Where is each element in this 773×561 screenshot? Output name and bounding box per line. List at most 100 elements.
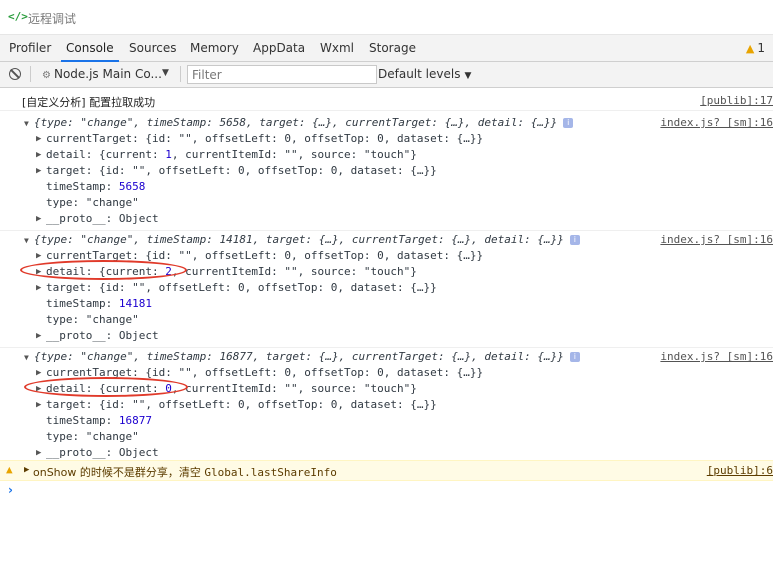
log-levels-dropdown[interactable]: Default levels ▼ bbox=[378, 67, 471, 81]
text-part: target: {id: "", offsetLeft: 0, offsetTo… bbox=[46, 398, 437, 411]
property-currentTarget: ▶ currentTarget: {id: "", offsetLeft: 0, … bbox=[0, 132, 773, 148]
expand-triangle-icon[interactable]: ▶ bbox=[36, 214, 41, 224]
warning-counter[interactable]: ▲ 1 bbox=[746, 41, 765, 55]
property-target: ▶ target: {id: "", offsetLeft: 0, offsetT… bbox=[0, 398, 773, 414]
event-summary-text: {type: "change", timeStamp: 5658, target… bbox=[34, 116, 574, 129]
property-timestamp: timeStamp: 16877 bbox=[0, 414, 773, 430]
property-type: type: "change" bbox=[0, 430, 773, 446]
text-part: type: "change" bbox=[46, 430, 139, 443]
chevron-down-icon[interactable]: ▼ bbox=[162, 68, 169, 78]
text-part: , currentItemId: "", source: "touch"} bbox=[171, 382, 417, 395]
text-part: detail: {current: bbox=[46, 148, 166, 161]
expand-triangle-icon[interactable]: ▶ bbox=[36, 251, 41, 261]
chevron-down-icon: ▼ bbox=[464, 71, 472, 81]
property-text: __proto__: Object bbox=[46, 446, 159, 459]
tab-storage[interactable]: Storage bbox=[369, 41, 416, 55]
tab-sources[interactable]: Sources bbox=[129, 41, 176, 55]
gear-icon: ⚙ bbox=[42, 70, 51, 81]
divider bbox=[0, 110, 773, 111]
clear-console-icon[interactable] bbox=[9, 68, 21, 80]
console-prompt[interactable]: › bbox=[8, 483, 13, 497]
warning-icon: ▲ bbox=[6, 463, 13, 476]
text-part: { bbox=[34, 233, 41, 246]
expand-triangle-icon[interactable]: ▶ bbox=[36, 150, 41, 160]
text-part: , target: {…}, currentTarget: {…}, detai… bbox=[252, 350, 564, 363]
property-detail: ▶ detail: {current: 1, currentItemId: "",… bbox=[0, 148, 773, 164]
text-part: type: bbox=[40, 350, 81, 363]
text-part: target: {id: "", offsetLeft: 0, offsetTo… bbox=[46, 164, 437, 177]
tab-memory[interactable]: Memory bbox=[190, 41, 239, 55]
warning-code: Global.lastShareInfo bbox=[204, 466, 337, 479]
text-part: timeStamp: bbox=[46, 414, 119, 427]
window-title: 远程调试 bbox=[28, 12, 77, 26]
property-text: __proto__: Object bbox=[46, 212, 159, 225]
property-timestamp: timeStamp: 5658 bbox=[0, 180, 773, 196]
warning-icon: ▲ bbox=[745, 42, 755, 55]
title-bar: </> 远程调试 bbox=[0, 0, 773, 35]
text-part: target: {id: "", offsetLeft: 0, offsetTo… bbox=[46, 281, 437, 294]
warning-text-main: onShow 的时候不是群分享，清空 bbox=[33, 466, 205, 479]
event-summary: ▼ {type: "change", timeStamp: 5658, targe… bbox=[0, 116, 773, 132]
property-text: type: "change" bbox=[46, 430, 139, 443]
collapse-triangle-icon[interactable]: ▼ bbox=[24, 119, 29, 128]
warning-count: 1 bbox=[757, 41, 765, 55]
event-summary-text: {type: "change", timeStamp: 14181, targe… bbox=[34, 233, 580, 246]
text-part: , timeStamp: bbox=[133, 116, 220, 129]
property-text: target: {id: "", offsetLeft: 0, offsetTo… bbox=[46, 398, 437, 411]
expand-triangle-icon[interactable]: ▶ bbox=[36, 448, 41, 458]
text-part: type: "change" bbox=[46, 196, 139, 209]
divider bbox=[0, 347, 773, 348]
text-part: __proto__: Object bbox=[46, 212, 159, 225]
source-link[interactable]: [publib]:17 bbox=[700, 94, 773, 107]
text-part: type: "change" bbox=[46, 313, 139, 326]
info-icon[interactable]: i bbox=[569, 352, 580, 362]
expand-triangle-icon[interactable]: ▶ bbox=[36, 134, 41, 144]
devtools-tabbar: Profiler Console Sources Memory AppData … bbox=[0, 35, 773, 62]
tab-appdata[interactable]: AppData bbox=[253, 41, 305, 55]
property-proto: ▶ __proto__: Object bbox=[0, 329, 773, 345]
text-part: timeStamp: bbox=[46, 180, 119, 193]
toolbar-divider bbox=[180, 66, 181, 82]
collapse-triangle-icon[interactable]: ▼ bbox=[24, 353, 29, 362]
context-label: Node.js Main Co... bbox=[53, 67, 162, 81]
source-link[interactable]: index.js? [sm]:16 bbox=[660, 350, 773, 363]
annotation-ellipse bbox=[20, 260, 187, 280]
text-part: , target: {…}, currentTarget: {…}, detai… bbox=[252, 233, 564, 246]
expand-triangle-icon[interactable]: ▶ bbox=[36, 400, 41, 410]
tab-profiler[interactable]: Profiler bbox=[9, 41, 51, 55]
text-part: currentTarget: {id: "", offsetLeft: 0, o… bbox=[46, 132, 484, 145]
property-text: target: {id: "", offsetLeft: 0, offsetTo… bbox=[46, 164, 437, 177]
code-icon: </> bbox=[8, 10, 28, 23]
expand-triangle-icon[interactable]: ▶ bbox=[36, 166, 41, 176]
text-part: 5658 bbox=[219, 116, 246, 129]
detail-current-value: 1 bbox=[165, 148, 172, 161]
timestamp-value: 14181 bbox=[118, 297, 152, 310]
info-icon[interactable]: i bbox=[569, 235, 580, 245]
info-icon[interactable]: i bbox=[563, 118, 574, 128]
expand-triangle-icon[interactable]: ▶ bbox=[36, 368, 41, 378]
source-link[interactable]: index.js? [sm]:16 bbox=[660, 233, 773, 246]
expand-triangle-icon[interactable]: ▶ bbox=[36, 331, 41, 341]
text-part: , currentItemId: "", source: "touch"} bbox=[171, 148, 417, 161]
console-toolbar: ⚙Node.js Main Co... ▼ Default levels▼ bbox=[0, 62, 773, 88]
text-part: { bbox=[34, 350, 41, 363]
text-part: 16877 bbox=[219, 350, 253, 363]
property-text: currentTarget: {id: "", offsetLeft: 0, o… bbox=[46, 132, 483, 145]
text-part: "change" bbox=[80, 350, 134, 363]
event-summary-text: {type: "change", timeStamp: 16877, targe… bbox=[34, 350, 580, 363]
property-text: __proto__: Object bbox=[46, 329, 159, 342]
property-type: type: "change" bbox=[0, 196, 773, 212]
source-link[interactable]: [publib]:6 bbox=[707, 464, 773, 477]
filter-input[interactable] bbox=[187, 65, 377, 84]
property-text: type: "change" bbox=[46, 196, 139, 209]
text-part: type: bbox=[40, 116, 81, 129]
tab-wxml[interactable]: Wxml bbox=[320, 41, 354, 55]
source-link[interactable]: index.js? [sm]:16 bbox=[660, 116, 773, 129]
context-selector[interactable]: ⚙ Node.js Main Co... bbox=[42, 67, 162, 81]
tab-console[interactable]: Console bbox=[61, 41, 119, 62]
text-part: , timeStamp: bbox=[133, 350, 220, 363]
event-summary: ▼ {type: "change", timeStamp: 14181, targ… bbox=[0, 233, 773, 249]
expand-triangle-icon[interactable]: ▶ bbox=[24, 465, 29, 475]
expand-triangle-icon[interactable]: ▶ bbox=[36, 283, 41, 293]
collapse-triangle-icon[interactable]: ▼ bbox=[24, 236, 29, 245]
